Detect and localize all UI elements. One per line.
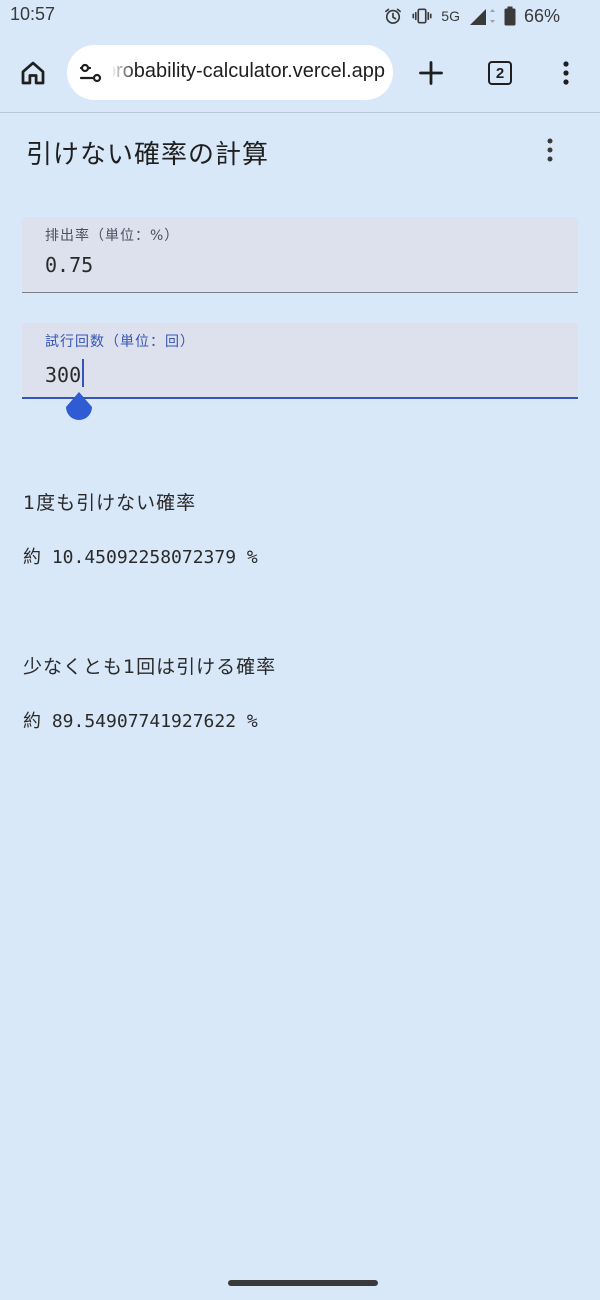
- tab-switcher-icon: 2: [488, 61, 512, 85]
- rate-field-value[interactable]: 0.75: [45, 253, 93, 277]
- rate-field[interactable]: 排出率（単位：%） 0.75: [22, 217, 578, 293]
- tab-switcher-button[interactable]: 2: [481, 54, 519, 92]
- at-least-one-hit-probability-label: 少なくとも1回は引ける確率: [23, 656, 277, 678]
- new-tab-button[interactable]: [412, 54, 450, 92]
- signal-icon: [469, 9, 495, 25]
- battery-icon: [504, 6, 516, 26]
- tab-count: 2: [495, 64, 505, 82]
- address-bar[interactable]: probability-calculator.vercel.app: [67, 45, 393, 100]
- status-bar: 10:57 5G 66%: [0, 0, 600, 32]
- url-fade: [111, 53, 135, 93]
- browser-toolbar: probability-calculator.vercel.app 2: [0, 32, 600, 113]
- status-icons: 5G 66%: [383, 5, 560, 27]
- home-icon: [21, 61, 45, 85]
- trials-field-value[interactable]: 300: [45, 363, 81, 387]
- page-title: 引けない確率の計算: [26, 140, 270, 170]
- network-type: 5G: [441, 8, 460, 24]
- plus-icon: [419, 61, 443, 85]
- trials-field-label: 試行回数（単位：回）: [45, 334, 195, 350]
- home-button[interactable]: [14, 54, 52, 92]
- text-caret: [82, 359, 85, 387]
- page-menu-button[interactable]: [532, 132, 568, 168]
- battery-percentage: 66%: [523, 5, 560, 26]
- site-settings-icon[interactable]: [79, 61, 103, 85]
- browser-menu-button[interactable]: [547, 54, 585, 92]
- vibrate-icon: [412, 8, 432, 24]
- rate-field-label: 排出率（単位：%）: [45, 228, 180, 244]
- trials-field[interactable]: 試行回数（単位：回） 300: [22, 323, 578, 399]
- more-vert-icon: [547, 138, 553, 162]
- alarm-icon: [385, 8, 402, 24]
- more-vert-icon: [563, 61, 569, 85]
- url-text[interactable]: probability-calculator.vercel.app: [113, 60, 385, 83]
- gesture-navigation-bar[interactable]: [228, 1280, 378, 1286]
- text-cursor-handle[interactable]: [64, 391, 94, 423]
- no-hit-probability-label: 1度も引けない確率: [23, 492, 197, 514]
- trials-field-value-wrap[interactable]: 300: [45, 359, 85, 387]
- at-least-one-hit-probability-value: 約 89.54907741927622 %: [23, 711, 258, 732]
- status-time: 10:57: [10, 4, 56, 24]
- no-hit-probability-value: 約 10.45092258072379 %: [23, 547, 258, 568]
